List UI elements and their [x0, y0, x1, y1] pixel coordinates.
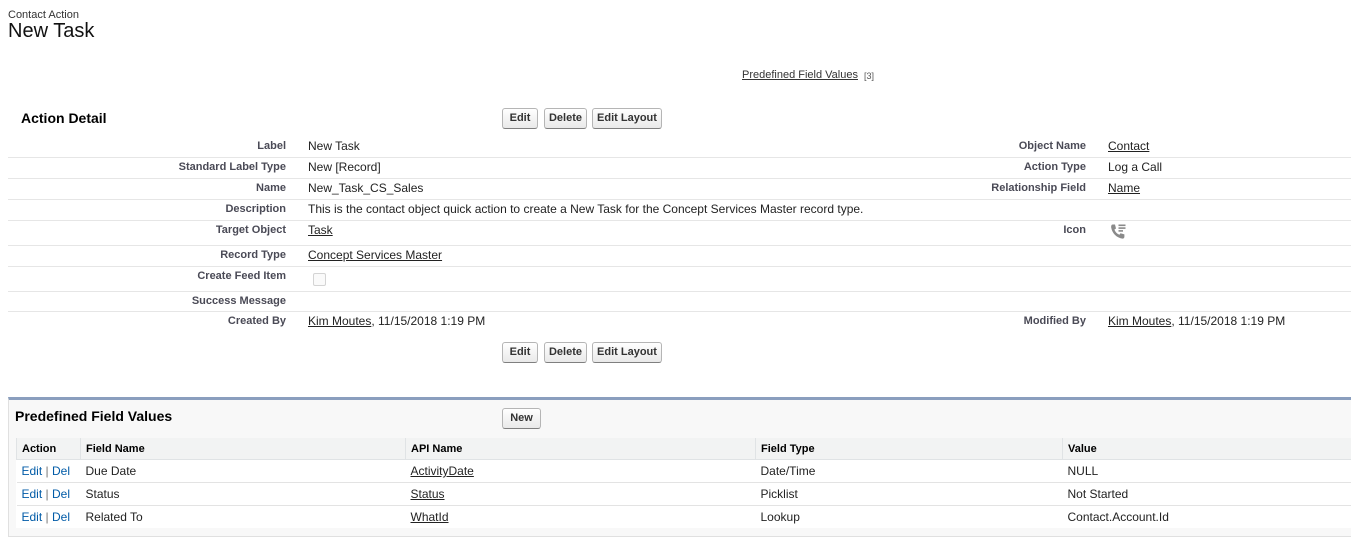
value-cell: NULL	[1062, 459, 1351, 483]
created-by-user-link[interactable]: Kim Moutes	[308, 314, 371, 328]
field-type-cell: Date/Time	[755, 459, 1063, 483]
detail-row-created-by: Created By Kim Moutes, 11/15/2018 1:19 P…	[8, 312, 1351, 332]
detail-row-name: Name New_Task_CS_Sales Relationship Fiel…	[8, 179, 1351, 200]
edit-layout-button-bottom[interactable]: Edit Layout	[592, 342, 662, 363]
modified-by-date: , 11/15/2018 1:19 PM	[1171, 314, 1286, 328]
created-by-value: Kim Moutes, 11/15/2018 1:19 PM	[308, 314, 485, 328]
api-name-cell: ActivityDate	[405, 459, 756, 483]
table-header-row: Action Field Name API Name Field Type Va…	[16, 438, 1351, 460]
standard-label-type-value: New [Record]	[308, 160, 381, 174]
action-type-value: Log a Call	[1108, 160, 1163, 174]
action-type-label: Action Type	[1023, 161, 1086, 173]
page-title: New Task	[8, 20, 95, 42]
icon-label: Icon	[1063, 224, 1086, 236]
delete-action-link[interactable]: Del	[52, 464, 70, 478]
api-name-link[interactable]: Status	[411, 487, 445, 501]
delete-button-bottom[interactable]: Delete	[544, 342, 587, 363]
action-separator: |	[45, 464, 49, 478]
record-type-label: Record Type	[220, 249, 286, 261]
value-cell: Not Started	[1062, 482, 1351, 506]
target-object-label: Target Object	[215, 224, 286, 236]
create-feed-item-label: Create Feed Item	[197, 270, 286, 282]
table-row: Edit | Del Related To WhatId Lookup Cont…	[16, 505, 1351, 528]
column-header-field-name: Field Name	[80, 438, 406, 460]
name-label: Name	[256, 182, 286, 194]
relationship-field-label: Relationship Field	[991, 182, 1086, 194]
new-button[interactable]: New	[502, 408, 541, 429]
create-feed-item-checkbox	[313, 273, 326, 286]
modified-by-label: Modified By	[1023, 315, 1086, 327]
detail-row-description: Description This is the contact object q…	[8, 200, 1351, 221]
edit-layout-button-top[interactable]: Edit Layout	[592, 108, 662, 129]
modified-by-value: Kim Moutes, 11/15/2018 1:19 PM	[1108, 314, 1285, 328]
predefined-field-values-link[interactable]: Predefined Field Values	[742, 69, 858, 81]
table-row: Edit | Del Status Status Picklist Not St…	[16, 482, 1351, 506]
object-name-link[interactable]: Contact	[1108, 139, 1149, 153]
description-value: This is the contact object quick action …	[308, 202, 864, 216]
predefined-field-values-table: Action Field Name API Name Field Type Va…	[16, 438, 1351, 528]
delete-action-link[interactable]: Del	[52, 487, 70, 501]
api-name-cell: Status	[405, 482, 756, 506]
label-field-value: New Task	[308, 139, 360, 153]
detail-row-record-type: Record Type Concept Services Master	[8, 246, 1351, 267]
action-separator: |	[45, 510, 49, 524]
column-header-field-type: Field Type	[755, 438, 1063, 460]
field-name-cell: Status	[80, 482, 406, 506]
edit-button-bottom[interactable]: Edit	[502, 342, 538, 363]
standard-label-type-label: Standard Label Type	[178, 161, 286, 173]
action-separator: |	[45, 487, 49, 501]
column-header-api-name: API Name	[405, 438, 756, 460]
row-actions: Edit | Del	[16, 505, 81, 528]
predefined-field-values-count: [3]	[864, 71, 875, 81]
row-actions: Edit | Del	[16, 482, 81, 506]
edit-button-top[interactable]: Edit	[502, 108, 538, 129]
value-cell: Contact.Account.Id	[1062, 505, 1351, 528]
api-name-link[interactable]: WhatId	[411, 510, 449, 524]
api-name-cell: WhatId	[405, 505, 756, 528]
detail-row-label: Label New Task Object Name Contact	[8, 137, 1351, 158]
detail-row-success-message: Success Message	[8, 292, 1351, 312]
relationship-field-link[interactable]: Name	[1108, 181, 1140, 195]
delete-action-link[interactable]: Del	[52, 510, 70, 524]
edit-action-link[interactable]: Edit	[22, 464, 43, 478]
field-name-cell: Related To	[80, 505, 406, 528]
detail-row-standard-label-type: Standard Label Type New [Record] Action …	[8, 158, 1351, 179]
delete-button-top[interactable]: Delete	[544, 108, 587, 129]
name-value: New_Task_CS_Sales	[308, 181, 424, 195]
target-object-link[interactable]: Task	[308, 223, 333, 237]
created-by-date: , 11/15/2018 1:19 PM	[371, 314, 486, 328]
description-label: Description	[225, 203, 286, 215]
api-name-link[interactable]: ActivityDate	[411, 464, 474, 478]
action-detail-title: Action Detail	[21, 110, 107, 126]
detail-row-target-object: Target Object Task Icon	[8, 221, 1351, 246]
row-actions: Edit | Del	[16, 459, 81, 483]
edit-action-link[interactable]: Edit	[22, 510, 43, 524]
field-type-cell: Lookup	[755, 505, 1063, 528]
phone-log-call-icon	[1108, 222, 1128, 245]
detail-row-create-feed-item: Create Feed Item	[8, 267, 1351, 292]
column-header-action: Action	[16, 438, 81, 460]
object-name-label: Object Name	[1018, 140, 1086, 152]
related-list-title: Predefined Field Values	[15, 408, 173, 424]
modified-by-user-link[interactable]: Kim Moutes	[1108, 314, 1171, 328]
edit-action-link[interactable]: Edit	[22, 487, 43, 501]
table-row: Edit | Del Due Date ActivityDate Date/Ti…	[16, 459, 1351, 483]
record-type-link[interactable]: Concept Services Master	[308, 248, 442, 262]
success-message-label: Success Message	[191, 295, 286, 307]
created-by-label: Created By	[227, 315, 286, 327]
predefined-field-values-related-list: Predefined Field Values New Action Field…	[8, 397, 1351, 537]
column-header-value: Value	[1062, 438, 1351, 460]
field-type-cell: Picklist	[755, 482, 1063, 506]
field-name-cell: Due Date	[80, 459, 406, 483]
label-field-label: Label	[257, 140, 286, 152]
